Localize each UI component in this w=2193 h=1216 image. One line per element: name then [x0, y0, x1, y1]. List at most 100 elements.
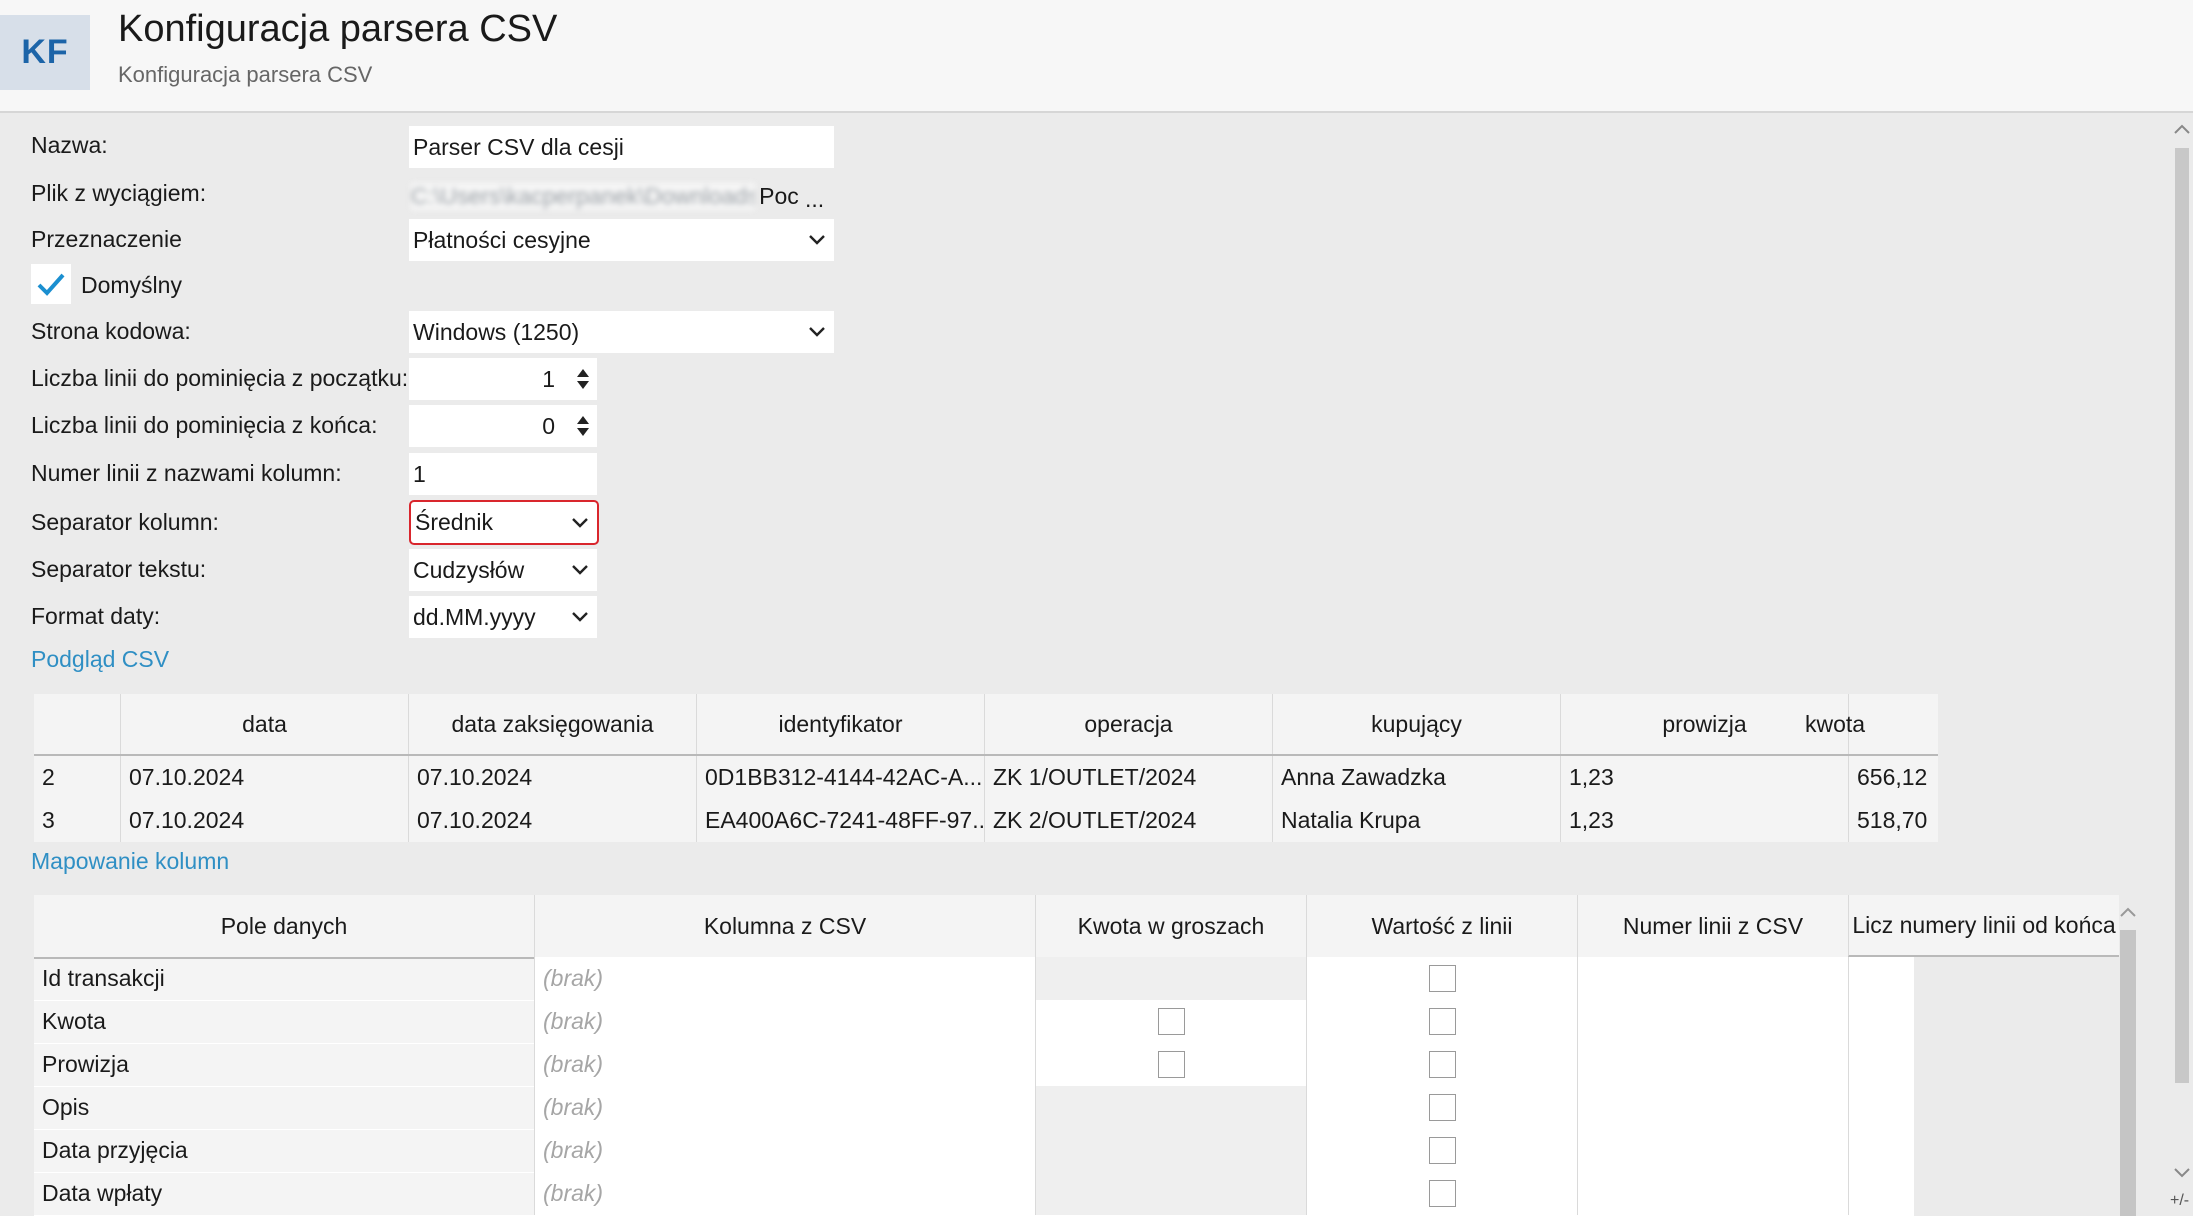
- spin-arrows[interactable]: [569, 358, 597, 400]
- preview-column-header[interactable]: kwota: [1805, 694, 1938, 754]
- preview-column-header[interactable]: data zaksięgowania: [408, 694, 696, 754]
- encoding-dropdown[interactable]: Windows (1250): [409, 311, 834, 353]
- scroll-down-icon[interactable]: [2174, 1168, 2190, 1178]
- date-format-dropdown[interactable]: dd.MM.yyyy: [409, 596, 597, 638]
- caret-up-icon[interactable]: [577, 369, 589, 377]
- caret-up-icon[interactable]: [577, 416, 589, 424]
- amount-in-grosze-checkbox[interactable]: [1157, 1008, 1185, 1035]
- spin-arrows[interactable]: [569, 405, 597, 447]
- column-mapping-section-title[interactable]: Mapowanie kolumn: [31, 848, 229, 875]
- mapping-count-from-end-cell[interactable]: [1848, 957, 1914, 1000]
- mapping-csv-column-select[interactable]: (brak): [534, 957, 1035, 1000]
- header-line-field[interactable]: 1: [409, 453, 597, 495]
- skip-end-label: Liczba linii do pominięcia z końca:: [31, 412, 378, 438]
- table-row[interactable]: Data wpłaty (brak): [34, 1172, 1914, 1216]
- mapping-column-header[interactable]: Kwota w groszach: [1035, 895, 1306, 957]
- value-from-line-checkbox[interactable]: [1428, 1137, 1456, 1164]
- table-row[interactable]: 2 07.10.2024 07.10.2024 0D1BB312-4144-42…: [34, 756, 1938, 799]
- page-subtitle: Konfiguracja parsera CSV: [118, 62, 373, 87]
- scrollbar-thumb[interactable]: [2175, 148, 2189, 1083]
- mapping-count-from-end-cell[interactable]: [1848, 1172, 1914, 1215]
- mapping-csv-line-number-field[interactable]: [1577, 1043, 1848, 1086]
- mapping-csv-column-select[interactable]: (brak): [534, 1172, 1035, 1215]
- mapping-column-header[interactable]: Numer linii z CSV: [1577, 895, 1848, 957]
- preview-column-header[interactable]: [34, 694, 120, 754]
- csv-preview-section-title[interactable]: Podgląd CSV: [31, 646, 169, 673]
- mapping-amount-in-grosze-cell[interactable]: [1035, 1000, 1306, 1043]
- column-mapping-grid[interactable]: Pole danych Kolumna z CSV Kwota w grosza…: [34, 895, 1914, 1216]
- table-row[interactable]: Prowizja (brak): [34, 1043, 1914, 1087]
- mapping-column-header-count-from-end[interactable]: Licz numery linii od końca: [1848, 895, 2119, 957]
- table-row[interactable]: Id transakcji (brak): [34, 957, 1914, 1001]
- mapping-count-from-end-cell[interactable]: [1848, 1129, 1914, 1172]
- preview-column-header[interactable]: operacja: [984, 694, 1272, 754]
- value-from-line-checkbox[interactable]: [1428, 1094, 1456, 1121]
- mapping-csv-line-number-field[interactable]: [1577, 1000, 1848, 1043]
- mapping-column-header[interactable]: Pole danych: [34, 895, 534, 957]
- page-title: Konfiguracja parsera CSV: [118, 8, 558, 50]
- default-checkbox[interactable]: [31, 264, 71, 304]
- mapping-csv-line-number-field[interactable]: [1577, 1129, 1848, 1172]
- browse-file-button[interactable]: ...: [805, 186, 824, 213]
- value-from-line-checkbox[interactable]: [1428, 965, 1456, 992]
- mapping-grid-scrollbar[interactable]: [2117, 895, 2139, 1216]
- mapping-count-from-end-cell[interactable]: [1848, 1000, 1914, 1043]
- table-row[interactable]: Kwota (brak): [34, 1000, 1914, 1044]
- main-vertical-scrollbar[interactable]: [2170, 118, 2193, 1178]
- file-path-blurred: C:\Users\kacperpanek\Downloads\: [411, 182, 756, 210]
- mapping-csv-line-number-field[interactable]: [1577, 1086, 1848, 1129]
- skip-start-stepper[interactable]: 1: [409, 358, 597, 400]
- table-row[interactable]: Data przyjęcia (brak): [34, 1129, 1914, 1173]
- mapping-count-from-end-cell[interactable]: [1848, 1086, 1914, 1129]
- amount-in-grosze-checkbox[interactable]: [1157, 1051, 1185, 1078]
- mapping-csv-column-select[interactable]: (brak): [534, 1129, 1035, 1172]
- mapping-value-from-line-cell[interactable]: [1306, 1000, 1577, 1043]
- scroll-up-icon[interactable]: [2174, 124, 2190, 134]
- text-separator-dropdown[interactable]: Cudzysłów: [409, 549, 597, 591]
- mapping-column-header[interactable]: Wartość z linii: [1306, 895, 1577, 957]
- mapping-value-from-line-cell[interactable]: [1306, 1172, 1577, 1215]
- value-from-line-checkbox[interactable]: [1428, 1180, 1456, 1207]
- purpose-dropdown[interactable]: Płatności cesyjne: [409, 219, 834, 261]
- scroll-up-icon[interactable]: [2120, 907, 2136, 917]
- mapping-value-from-line-cell[interactable]: [1306, 1129, 1577, 1172]
- mapping-csv-column-select[interactable]: (brak): [534, 1000, 1035, 1043]
- csv-preview-grid[interactable]: data data zaksięgowania identyfikator op…: [34, 694, 1938, 842]
- skip-end-stepper[interactable]: 0: [409, 405, 597, 447]
- mapping-value-from-line-cell[interactable]: [1306, 1043, 1577, 1086]
- caret-down-icon[interactable]: [577, 428, 589, 436]
- mapping-csv-column-select[interactable]: (brak): [534, 1086, 1035, 1129]
- skip-start-value: 1: [542, 365, 555, 392]
- preview-column-header[interactable]: kupujący: [1272, 694, 1560, 754]
- table-row[interactable]: Opis (brak): [34, 1086, 1914, 1130]
- preview-column-header[interactable]: identyfikator: [696, 694, 984, 754]
- preview-column-header[interactable]: data: [120, 694, 408, 754]
- mapping-csv-line-number-field[interactable]: [1577, 957, 1848, 1000]
- file-path-visible: Pocz: [759, 182, 799, 209]
- column-separator-label: Separator kolumn:: [31, 509, 219, 535]
- caret-down-icon[interactable]: [577, 381, 589, 389]
- mapping-value-from-line-cell[interactable]: [1306, 957, 1577, 1000]
- mapping-amount-in-grosze-cell[interactable]: [1035, 1043, 1306, 1086]
- name-label: Nazwa:: [31, 132, 108, 158]
- file-path-field[interactable]: C:\Users\kacperpanek\Downloads\ Pocz: [411, 176, 799, 216]
- scrollbar-thumb[interactable]: [2120, 930, 2136, 1216]
- mapping-field-name: Opis: [42, 1094, 90, 1120]
- name-field[interactable]: Parser CSV dla cesji: [409, 126, 834, 168]
- mapping-value-from-line-cell[interactable]: [1306, 1086, 1577, 1129]
- mapping-csv-line-number-field[interactable]: [1577, 1172, 1848, 1215]
- chevron-down-icon: [800, 235, 834, 245]
- column-separator-dropdown[interactable]: Średnik: [409, 500, 599, 545]
- value-from-line-checkbox[interactable]: [1428, 1008, 1456, 1035]
- value-from-line-checkbox[interactable]: [1428, 1051, 1456, 1078]
- table-row[interactable]: 3 07.10.2024 07.10.2024 EA400A6C-7241-48…: [34, 799, 1938, 842]
- mapping-column-header[interactable]: Kolumna z CSV: [534, 895, 1035, 957]
- mapping-count-from-end-cell[interactable]: [1848, 1043, 1914, 1086]
- table-cell: EA400A6C-7241-48FF-97...: [696, 799, 984, 842]
- csv-preview-header-row: data data zaksięgowania identyfikator op…: [34, 694, 1938, 756]
- table-cell: ZK 1/OUTLET/2024: [984, 756, 1272, 799]
- corner-toggle[interactable]: +/-: [2170, 1192, 2189, 1210]
- mapping-csv-column-select[interactable]: (brak): [534, 1043, 1035, 1086]
- date-format-value: dd.MM.yyyy: [413, 603, 536, 630]
- text-separator-value: Cudzysłów: [413, 556, 525, 583]
